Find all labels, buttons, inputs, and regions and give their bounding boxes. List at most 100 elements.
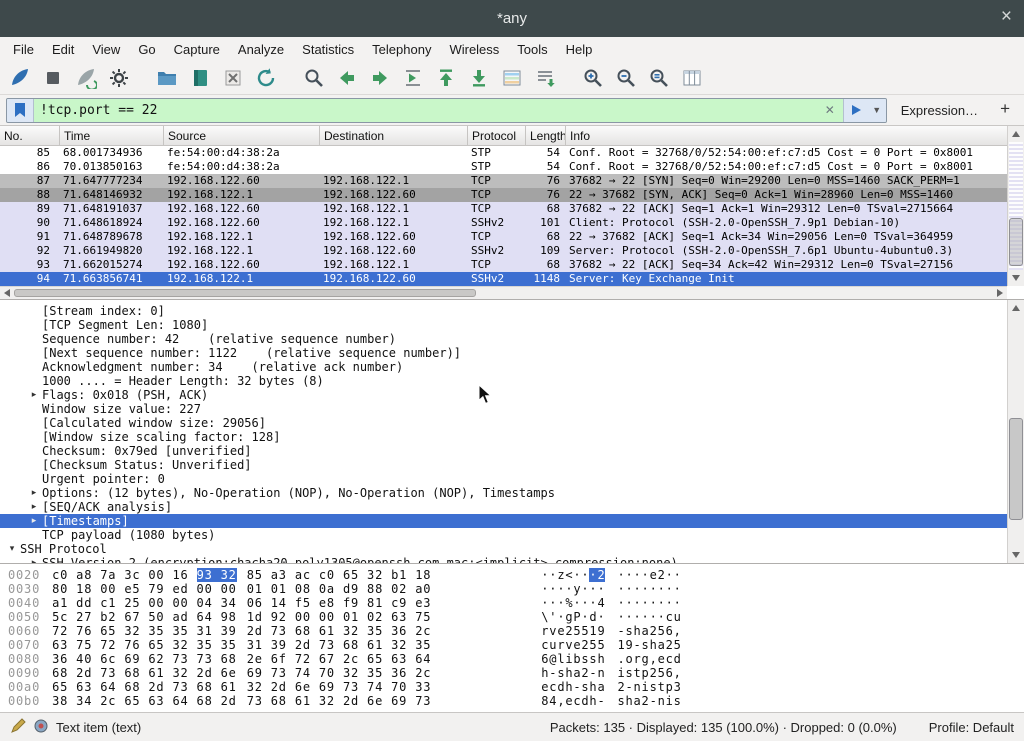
detail-line-selected[interactable]: ▸[Timestamps] xyxy=(0,514,1024,528)
filter-text[interactable]: !tcp.port == 22 xyxy=(34,103,817,118)
scroll-down-icon[interactable] xyxy=(1012,275,1020,281)
hex-row[interactable]: 00b038 34 2c 65 63 64 68 2d73 68 61 32 2… xyxy=(8,694,1024,708)
column-header-protocol[interactable]: Protocol xyxy=(468,126,526,145)
start-capture-button[interactable] xyxy=(6,65,34,91)
restart-capture-button[interactable] xyxy=(72,65,100,91)
expander-icon[interactable]: ▸ xyxy=(26,514,42,528)
scroll-right-icon[interactable] xyxy=(997,289,1003,297)
detail-line[interactable]: ▸Options: (12 bytes), No-Operation (NOP)… xyxy=(0,486,1024,500)
packet-row[interactable]: 8871.648146932192.168.122.1192.168.122.6… xyxy=(0,188,1024,202)
detail-line[interactable]: [Checksum Status: Unverified] xyxy=(0,458,1024,472)
find-packet-button[interactable] xyxy=(300,65,328,91)
expander-icon[interactable] xyxy=(26,528,42,542)
expander-icon[interactable] xyxy=(26,318,42,332)
auto-scroll-button[interactable] xyxy=(531,65,559,91)
packet-row[interactable]: 8670.013850163fe:54:00:d4:38:2aSTP54Conf… xyxy=(0,160,1024,174)
expander-icon[interactable] xyxy=(26,332,42,346)
detail-line[interactable]: ▸[SEQ/ACK analysis] xyxy=(0,500,1024,514)
column-header-time[interactable]: Time xyxy=(60,126,164,145)
close-file-button[interactable] xyxy=(219,65,247,91)
menu-item-telephony[interactable]: Telephony xyxy=(363,39,440,60)
expander-icon[interactable] xyxy=(26,402,42,416)
hex-row[interactable]: 00505c 27 b2 67 50 ad 64 981d 92 00 00 0… xyxy=(8,610,1024,624)
expander-icon[interactable]: ▸ xyxy=(26,388,42,402)
packet-row[interactable]: 9171.648789678192.168.122.1192.168.122.6… xyxy=(0,230,1024,244)
detail-line[interactable]: Sequence number: 42 (relative sequence n… xyxy=(0,332,1024,346)
filter-input[interactable]: !tcp.port == 22 ✕ ▼ xyxy=(6,98,887,123)
vscrollbar-thumb[interactable] xyxy=(1009,218,1023,266)
colorize-button[interactable] xyxy=(498,65,526,91)
detail-line[interactable]: Acknowledgment number: 34 (relative ack … xyxy=(0,360,1024,374)
capture-options-button[interactable] xyxy=(105,65,133,91)
filter-bookmark-button[interactable] xyxy=(7,99,34,122)
add-filter-button[interactable]: + xyxy=(992,99,1018,121)
detail-line[interactable]: ▸Flags: 0x018 (PSH, ACK) xyxy=(0,388,1024,402)
scroll-down-icon[interactable] xyxy=(1012,552,1020,558)
hex-row[interactable]: 0040a1 dd c1 25 00 00 04 3406 14 f5 e8 f… xyxy=(8,596,1024,610)
expander-icon[interactable]: ▸ xyxy=(26,486,42,500)
hex-row[interactable]: 003080 18 00 e5 79 ed 00 0001 01 08 0a d… xyxy=(8,582,1024,596)
expander-icon[interactable] xyxy=(26,346,42,360)
packet-row[interactable]: 8568.001734936fe:54:00:d4:38:2aSTP54Conf… xyxy=(0,146,1024,160)
menu-item-help[interactable]: Help xyxy=(557,39,602,60)
expander-icon[interactable] xyxy=(26,430,42,444)
detail-line[interactable]: [Next sequence number: 1122 (relative se… xyxy=(0,346,1024,360)
resize-columns-button[interactable] xyxy=(678,65,706,91)
column-header-source[interactable]: Source xyxy=(164,126,320,145)
expander-icon[interactable] xyxy=(26,360,42,374)
filter-dropdown-button[interactable]: ▼ xyxy=(868,99,886,122)
detail-vscrollbar[interactable] xyxy=(1007,300,1024,563)
column-header-info[interactable]: Info xyxy=(566,126,1024,145)
expander-icon[interactable] xyxy=(26,444,42,458)
detail-line[interactable]: 1000 .... = Header Length: 32 bytes (8) xyxy=(0,374,1024,388)
detail-line[interactable]: [Window size scaling factor: 128] xyxy=(0,430,1024,444)
hex-row[interactable]: 009068 2d 73 68 61 32 2d 6e69 73 74 70 3… xyxy=(8,666,1024,680)
zoom-out-button[interactable] xyxy=(612,65,640,91)
scroll-up-icon[interactable] xyxy=(1012,131,1020,137)
zoom-original-button[interactable] xyxy=(645,65,673,91)
capture-comment-button[interactable] xyxy=(10,718,26,737)
detail-line[interactable]: ▾SSH Protocol xyxy=(0,542,1024,556)
menu-item-analyze[interactable]: Analyze xyxy=(229,39,293,60)
menu-item-file[interactable]: File xyxy=(4,39,43,60)
menu-item-wireless[interactable]: Wireless xyxy=(440,39,508,60)
detail-line[interactable]: [Stream index: 0] xyxy=(0,304,1024,318)
go-forward-button[interactable] xyxy=(366,65,394,91)
menu-item-view[interactable]: View xyxy=(83,39,129,60)
expert-info-button[interactable] xyxy=(34,719,48,736)
expander-icon[interactable] xyxy=(26,472,42,486)
packet-row[interactable]: 8771.647777234192.168.122.60192.168.122.… xyxy=(0,174,1024,188)
packet-row[interactable]: 8971.648191037192.168.122.60192.168.122.… xyxy=(0,202,1024,216)
go-back-button[interactable] xyxy=(333,65,361,91)
packet-list-hscrollbar[interactable] xyxy=(0,286,1007,299)
packet-row-selected[interactable]: 9471.663856741192.168.122.1192.168.122.6… xyxy=(0,272,1024,286)
expander-icon[interactable] xyxy=(26,458,42,472)
scroll-left-icon[interactable] xyxy=(4,289,10,297)
go-last-button[interactable] xyxy=(465,65,493,91)
hex-row[interactable]: 006072 76 65 32 35 35 31 392d 73 68 61 3… xyxy=(8,624,1024,638)
column-header-destination[interactable]: Destination xyxy=(320,126,468,145)
menu-item-edit[interactable]: Edit xyxy=(43,39,83,60)
packet-row[interactable]: 9071.648618924192.168.122.60192.168.122.… xyxy=(0,216,1024,230)
column-header-length[interactable]: Length xyxy=(526,126,566,145)
expander-icon[interactable]: ▸ xyxy=(26,556,42,563)
detail-line[interactable]: ▸SSH Version 2 (encryption:chacha20-poly… xyxy=(0,556,1024,563)
close-button[interactable]: × xyxy=(1001,6,1012,28)
packet-list-vscrollbar[interactable] xyxy=(1007,126,1024,286)
scroll-up-icon[interactable] xyxy=(1012,305,1020,311)
column-header-no[interactable]: No. xyxy=(0,126,60,145)
open-file-button[interactable] xyxy=(153,65,181,91)
hex-row[interactable]: 008036 40 6c 69 62 73 73 682e 6f 72 67 2… xyxy=(8,652,1024,666)
detail-line[interactable]: [Calculated window size: 29056] xyxy=(0,416,1024,430)
packet-row[interactable]: 9271.661949820192.168.122.1192.168.122.6… xyxy=(0,244,1024,258)
filter-apply-button[interactable] xyxy=(843,99,868,122)
detail-line[interactable]: TCP payload (1080 bytes) xyxy=(0,528,1024,542)
go-to-packet-button[interactable] xyxy=(399,65,427,91)
hscrollbar-thumb[interactable] xyxy=(14,289,476,297)
detail-line[interactable]: Checksum: 0x79ed [unverified] xyxy=(0,444,1024,458)
filter-clear-button[interactable]: ✕ xyxy=(817,103,843,117)
zoom-in-button[interactable] xyxy=(579,65,607,91)
save-file-button[interactable] xyxy=(186,65,214,91)
reload-file-button[interactable] xyxy=(252,65,280,91)
go-first-button[interactable] xyxy=(432,65,460,91)
